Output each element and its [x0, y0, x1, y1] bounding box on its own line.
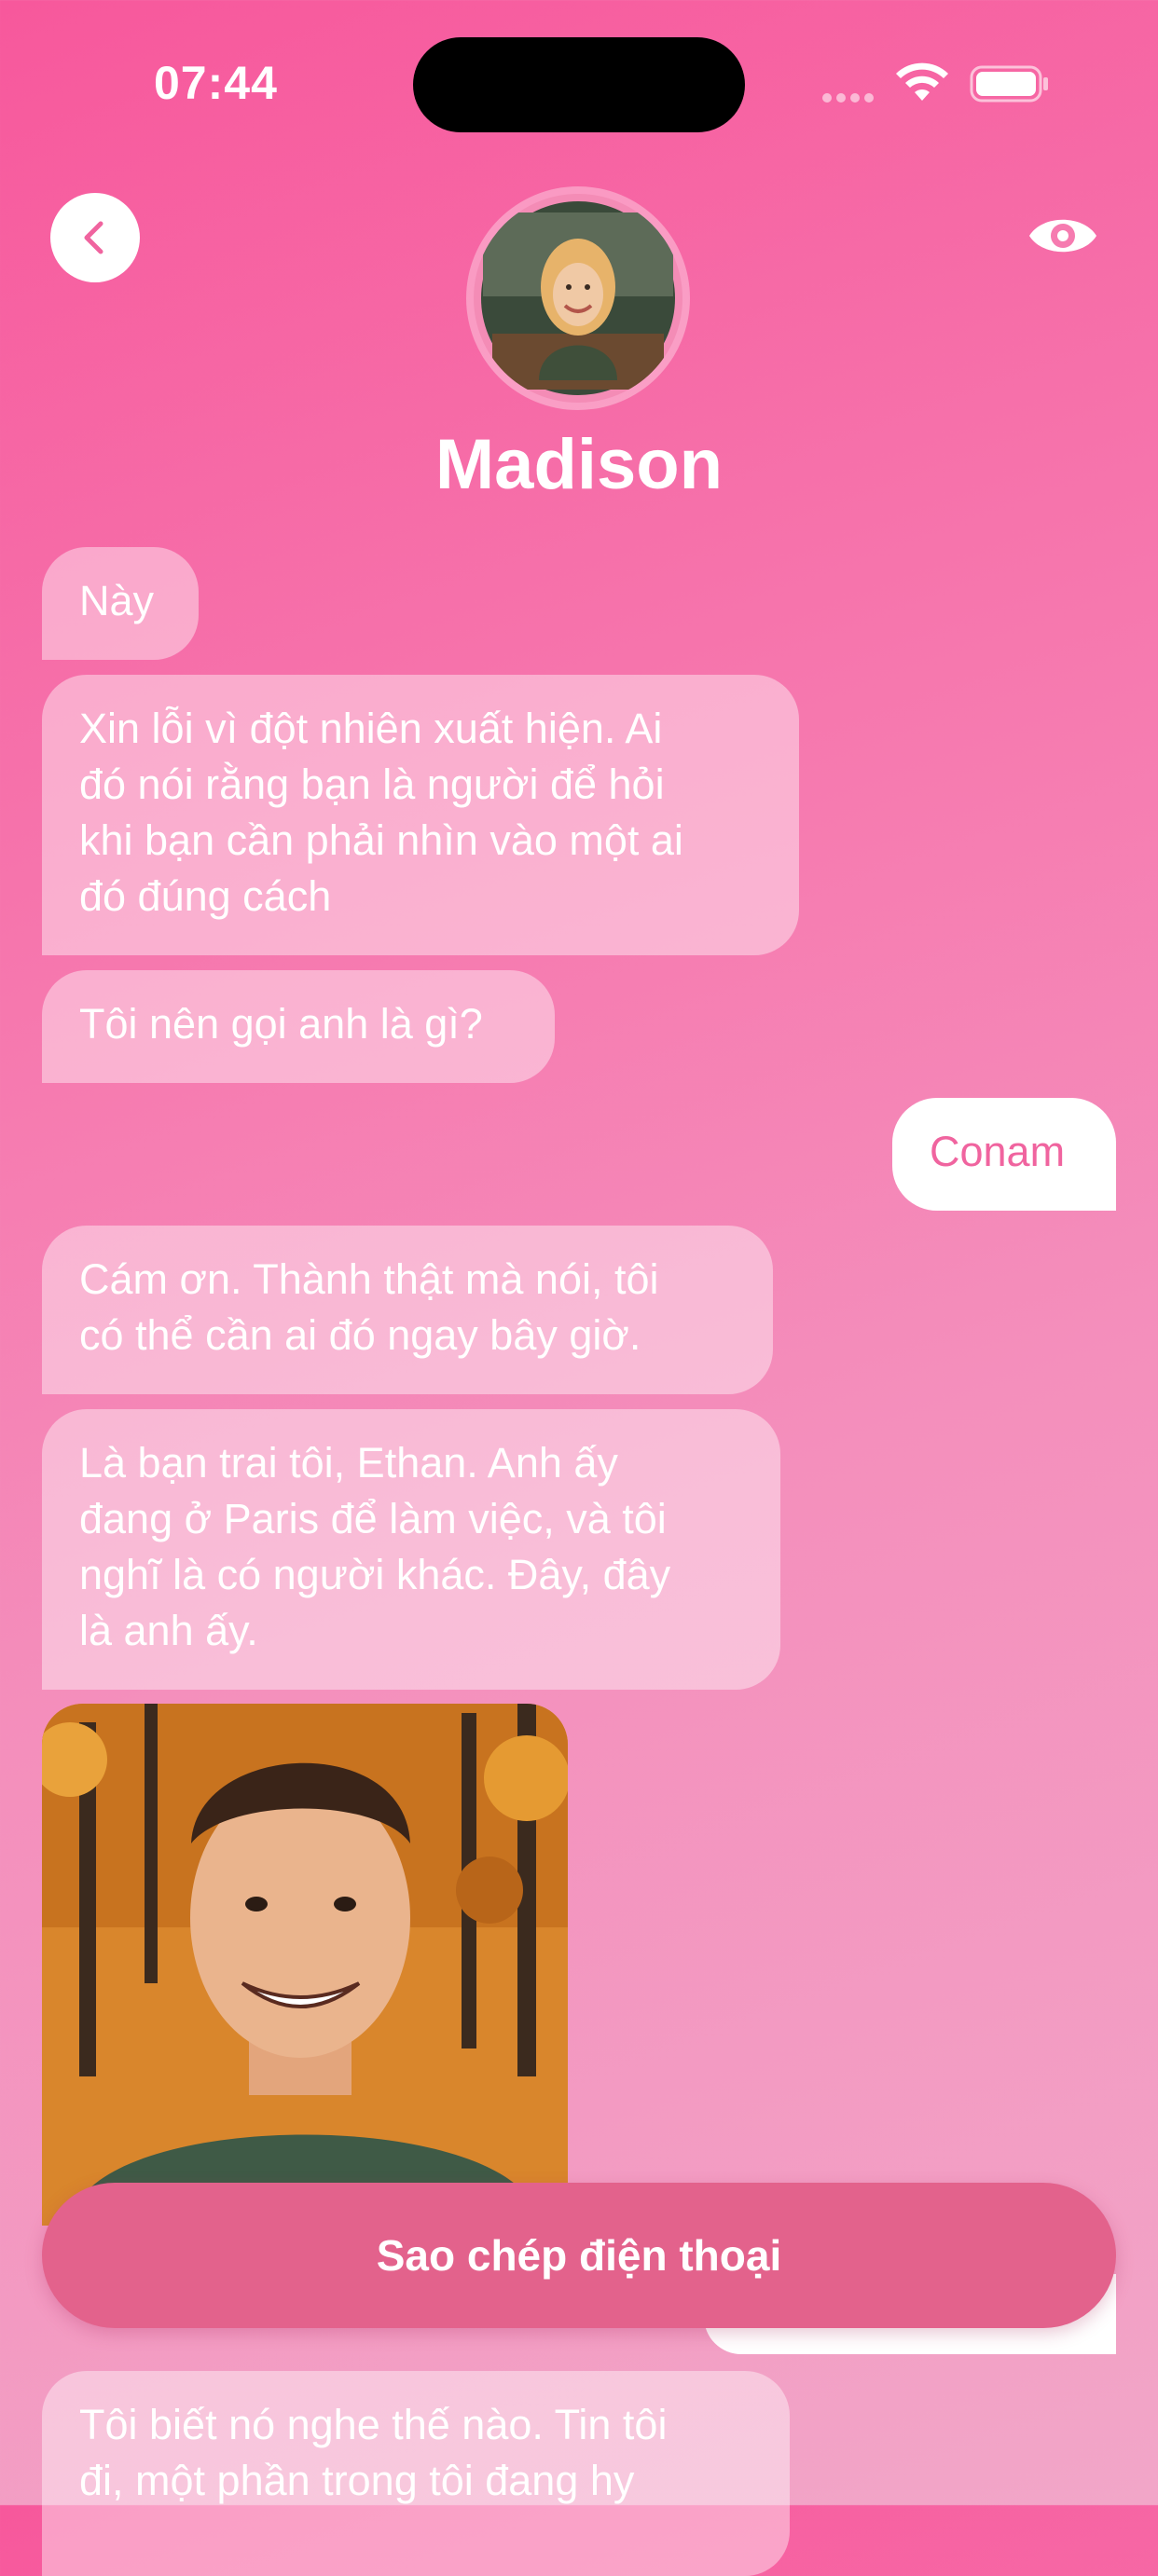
incoming-message[interactable]: Cám ơn. Thành thật mà nói, tôi có thể cầ… — [42, 1226, 773, 1394]
cellular-signal-icon — [822, 90, 880, 103]
incoming-message[interactable]: Tôi nên gọi anh là gì? — [42, 970, 555, 1083]
outgoing-message[interactable]: Conam — [892, 1098, 1116, 1211]
wifi-icon — [896, 62, 948, 101]
incoming-message[interactable]: Này — [42, 547, 199, 660]
status-time: 07:44 — [154, 57, 278, 109]
photo-image — [42, 1704, 568, 2226]
avatar-image — [481, 201, 675, 395]
copy-phone-button[interactable]: Sao chép điện thoại — [42, 2183, 1116, 2328]
incoming-message[interactable]: Tôi biết nó nghe thế nào. Tin tôi đi, mộ… — [42, 2371, 790, 2576]
incoming-message[interactable]: Là bạn trai tôi, Ethan. Anh ấy đang ở Pa… — [42, 1409, 780, 1690]
battery-icon — [970, 65, 1048, 103]
contact-avatar[interactable] — [474, 194, 682, 403]
back-button[interactable] — [50, 193, 140, 282]
eye-icon[interactable] — [1026, 205, 1100, 267]
contact-name: Madison — [434, 425, 724, 504]
dynamic-island — [413, 37, 745, 132]
status-bar: 07:44 — [0, 0, 1158, 149]
incoming-photo-message[interactable] — [42, 1704, 568, 2226]
incoming-message[interactable]: Xin lỗi vì đột nhiên xuất hiện. Ai đó nó… — [42, 675, 799, 955]
chevron-left-icon — [84, 221, 103, 254]
